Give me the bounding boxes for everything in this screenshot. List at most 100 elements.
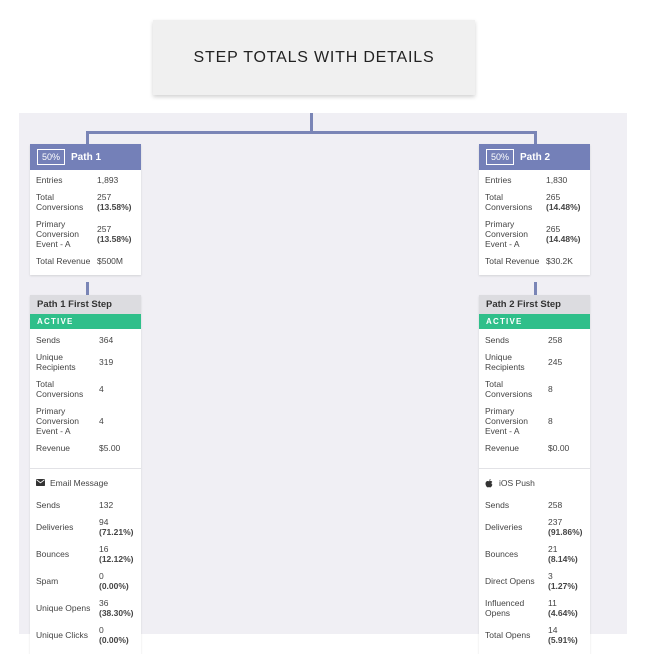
stat-value: 8 bbox=[548, 384, 553, 394]
stat-percent: (1.27%) bbox=[548, 581, 578, 591]
stat-row: Deliveries 237 (91.86%) bbox=[479, 517, 590, 537]
stat-row: Total Conversions 4 bbox=[30, 379, 141, 399]
connector-step-1 bbox=[86, 282, 89, 295]
stat-label: Spam bbox=[36, 576, 59, 586]
stat-row: Bounces 16 (12.12%) bbox=[30, 544, 141, 564]
stat-label: Sends bbox=[485, 500, 510, 510]
stat-label: Sends bbox=[36, 500, 61, 510]
stat-label: Primary Conversion Event - A bbox=[36, 406, 79, 436]
stat-value: 0 (0.00%) bbox=[99, 571, 129, 591]
stat-value: 265 (14.48%) bbox=[546, 192, 581, 212]
stat-row: Entries 1,893 bbox=[30, 175, 141, 185]
stat-row: Primary Conversion Event - A 8 bbox=[479, 406, 590, 436]
stat-row: Unique Recipients 245 bbox=[479, 352, 590, 372]
stat-row: Entries 1,830 bbox=[479, 175, 590, 185]
stat-percent: (8.14%) bbox=[548, 554, 578, 564]
path-header: 50% Path 2 bbox=[479, 144, 590, 170]
connector-horizontal bbox=[86, 131, 537, 134]
page-title: STEP TOTALS WITH DETAILS bbox=[193, 48, 435, 66]
stat-value: 3 (1.27%) bbox=[548, 571, 578, 591]
stat-value: 265 (14.48%) bbox=[546, 224, 581, 244]
stat-percent: (13.58%) bbox=[97, 202, 132, 212]
stat-percent: (13.58%) bbox=[97, 234, 132, 244]
stat-row: Total Conversions 8 bbox=[479, 379, 590, 399]
stat-percent: (12.12%) bbox=[99, 554, 134, 564]
stat-label: Total Opens bbox=[485, 630, 531, 640]
stat-value: 237 (91.86%) bbox=[548, 517, 583, 537]
stat-value: 4 bbox=[99, 416, 104, 426]
stat-label: Total Revenue bbox=[36, 256, 91, 266]
stat-row: Sends 258 bbox=[479, 500, 590, 510]
stat-value: 1,893 bbox=[97, 175, 119, 185]
stat-label: Unique Recipients bbox=[485, 352, 525, 372]
stat-value: 8 bbox=[548, 416, 553, 426]
stat-label: Revenue bbox=[36, 443, 71, 453]
connector-trunk bbox=[310, 113, 313, 132]
stat-value: 94 (71.21%) bbox=[99, 517, 134, 537]
connector-path-2 bbox=[534, 131, 537, 144]
stat-row: Total Conversions 257 (13.58%) bbox=[30, 192, 141, 212]
stat-row: Sends 364 bbox=[30, 335, 141, 345]
stat-label: Influenced Opens bbox=[485, 598, 525, 618]
stat-value: 0 (0.00%) bbox=[99, 625, 129, 645]
stat-label: Total Revenue bbox=[485, 256, 540, 266]
path-name: Path 2 bbox=[520, 151, 551, 163]
stat-percent: (14.48%) bbox=[546, 202, 581, 212]
step-card-1[interactable]: Path 1 First Step ACTIVE Sends 364 Unique… bbox=[30, 295, 141, 654]
connector-step-2 bbox=[534, 282, 537, 295]
status-badge: ACTIVE bbox=[479, 314, 590, 329]
stat-value: 257 (13.58%) bbox=[97, 192, 132, 212]
stat-value: $30.2K bbox=[546, 256, 573, 266]
split-percent-badge: 50% bbox=[37, 149, 66, 165]
stat-label: Entries bbox=[36, 175, 63, 185]
stat-row: Primary Conversion Event - A 257 (13.58%) bbox=[30, 219, 141, 249]
message-title: iOS Push bbox=[499, 478, 535, 488]
stat-value: 21 (8.14%) bbox=[548, 544, 578, 564]
stat-label: Total Conversions bbox=[36, 379, 84, 399]
stat-row: Unique Opens 36 (38.30%) bbox=[30, 598, 141, 618]
step-card-2[interactable]: Path 2 First Step ACTIVE Sends 258 Unique… bbox=[479, 295, 590, 654]
stat-row: Deliveries 94 (71.21%) bbox=[30, 517, 141, 537]
stat-label: Revenue bbox=[485, 443, 520, 453]
status-badge: ACTIVE bbox=[30, 314, 141, 329]
journey-canvas: 50% Path 1 Entries 1,893 Total Conversion… bbox=[19, 113, 627, 654]
stat-value: 258 bbox=[548, 335, 563, 345]
stat-percent: (0.00%) bbox=[99, 635, 129, 645]
stat-label: Sends bbox=[485, 335, 510, 345]
stat-percent: (71.21%) bbox=[99, 527, 134, 537]
stat-value: 258 bbox=[548, 500, 563, 510]
title-box[interactable]: STEP TOTALS WITH DETAILS bbox=[153, 20, 475, 95]
stat-value: $0.00 bbox=[548, 443, 570, 453]
stat-percent: (0.00%) bbox=[99, 581, 129, 591]
path-card-1[interactable]: 50% Path 1 Entries 1,893 Total Conversion… bbox=[30, 144, 141, 275]
stat-label: Sends bbox=[36, 335, 61, 345]
stat-label: Total Conversions bbox=[36, 192, 84, 212]
stat-label: Direct Opens bbox=[485, 576, 535, 586]
stat-row: Revenue $5.00 bbox=[30, 443, 141, 453]
path-name: Path 1 bbox=[71, 151, 102, 163]
stat-row: Total Revenue $500M bbox=[30, 256, 141, 266]
message-title: Email Message bbox=[50, 478, 109, 488]
stat-row: Primary Conversion Event - A 265 (14.48%) bbox=[479, 219, 590, 249]
stat-label: Primary Conversion Event - A bbox=[485, 219, 528, 249]
apple-icon bbox=[485, 478, 495, 488]
message-variant-header[interactable]: Email Message bbox=[30, 469, 141, 494]
stat-row: Spam 0 (0.00%) bbox=[30, 571, 141, 591]
path-card-2[interactable]: 50% Path 2 Entries 1,830 Total Conversion… bbox=[479, 144, 590, 275]
stat-row: Unique Clicks 0 (0.00%) bbox=[30, 625, 141, 645]
stat-label: Bounces bbox=[36, 549, 70, 559]
stat-percent: (4.64%) bbox=[548, 608, 578, 618]
stat-label: Primary Conversion Event - A bbox=[36, 219, 79, 249]
stat-label: Total Conversions bbox=[485, 192, 533, 212]
stat-label: Unique Clicks bbox=[36, 630, 88, 640]
split-percent-badge: 50% bbox=[486, 149, 515, 165]
stat-row: Unique Recipients 319 bbox=[30, 352, 141, 372]
stat-row: Total Conversions 265 (14.48%) bbox=[479, 192, 590, 212]
stat-label: Deliveries bbox=[485, 522, 523, 532]
message-variant-header[interactable]: iOS Push bbox=[479, 469, 590, 494]
stat-percent: (5.91%) bbox=[548, 635, 578, 645]
stat-value: 132 bbox=[99, 500, 114, 510]
stat-label: Unique Recipients bbox=[36, 352, 76, 372]
envelope-icon bbox=[36, 478, 46, 488]
stat-row: Total Opens 14 (5.91%) bbox=[479, 625, 590, 645]
